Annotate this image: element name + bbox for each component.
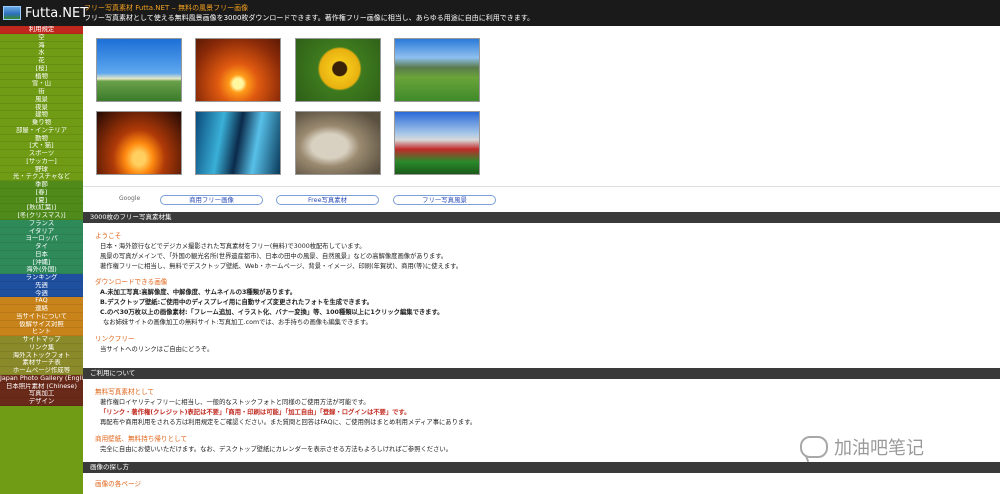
welcome-heading: ようこそ — [95, 232, 122, 240]
tab-free-photo[interactable]: Free写真素材 — [276, 195, 379, 205]
wallpaper-line: 完全に自由にお使いいただけます。なお、デスクトップ壁紙にカレンダーを表示させる方… — [100, 446, 452, 453]
sidebar-item[interactable]: [犬・猫] — [0, 142, 83, 150]
sidebar-item[interactable]: 花 — [0, 57, 83, 65]
sidebar-item[interactable]: サイトマップ — [0, 336, 83, 344]
welcome-line: 日本・海外旅行などでデジカメ撮影された写真素材をフリー(無料)で3000枚配布し… — [100, 243, 366, 250]
section-collection: ようこそ 日本・海外旅行などでデジカメ撮影された写真素材をフリー(無料)で300… — [83, 223, 1000, 368]
category-sidebar: 利用規定空海水花 [桜] 植物 雪・山街風景 夜景 建物 乗り物 部屋・インテリア 動物 [犬・猫… — [0, 26, 83, 494]
sidebar-item[interactable]: 連絡 — [0, 305, 83, 313]
sidebar-item[interactable]: 街 — [0, 88, 83, 96]
sidebar-item[interactable]: [沖縄] — [0, 258, 83, 267]
sidebar-item[interactable]: イタリア — [0, 227, 83, 236]
section-search: 画像の各ページ — [83, 473, 1000, 494]
google-search-label[interactable]: Google — [119, 195, 140, 202]
sidebar-item[interactable]: 当サイトについて — [0, 312, 83, 321]
sidebar-item[interactable]: フランス — [0, 219, 83, 228]
sidebar-item[interactable]: 乗り物 — [0, 119, 83, 127]
download-line: B.デスクトップ壁紙:ご使用中のディスプレイ用に自動サイズ変更されたフォトを生成… — [100, 299, 373, 306]
welcome-line: 風景の写真がメインで、「外国の観光名所(世界遺産都市)、日本の田中の風景、自然風… — [100, 253, 448, 260]
sidebar-item[interactable]: [春] — [0, 188, 83, 197]
thumb-sunset[interactable] — [195, 38, 281, 102]
sidebar-item[interactable]: リンク集 — [0, 343, 83, 352]
photo-gallery — [83, 26, 1000, 186]
sidebar-item[interactable]: 仮解サイズ対照 — [0, 320, 83, 329]
sidebar-item[interactable]: 夜景 — [0, 103, 83, 112]
sidebar-item[interactable]: 野球 — [0, 165, 83, 174]
download-line: C.のべ30万枚以上の画像素材:「フレーム追加、イラスト化、バナー変換」等、10… — [100, 309, 444, 316]
sidebar-item[interactable]: 海 — [0, 41, 83, 50]
sidebar-item[interactable]: [夏] — [0, 196, 83, 205]
watermark-text: 加油吧笔记 — [834, 438, 924, 459]
download-line: なお姉妹サイトの画像加工の無料サイト:写真加工.comでは、お手持ちの画像も編集… — [103, 319, 372, 326]
sidebar-item[interactable]: 日本照片素材 (Chinese) — [0, 382, 83, 391]
sidebar-item[interactable]: ヨーロッパ — [0, 235, 83, 243]
sidebar-item[interactable]: 植物 — [0, 72, 83, 81]
sidebar-item[interactable]: 空 — [0, 33, 83, 42]
usage-heading: 無料写真素材として — [95, 388, 155, 396]
sidebar-item[interactable]: 風景 — [0, 95, 83, 104]
thumb-cat[interactable] — [295, 111, 381, 175]
chat-bubble-icon — [800, 436, 828, 458]
watermark: 加油吧笔记 — [800, 434, 924, 460]
sidebar-item[interactable]: 写真加工 — [0, 390, 83, 398]
main-content: Google 商用フリー画像 Free写真素材 フリー写真風景 3000枚のフリ… — [83, 26, 1000, 494]
download-line: A.未加工写真:高解像度、中解像度、サムネイルの3種類があります。 — [100, 289, 297, 296]
sidebar-item[interactable]: [サッカー] — [0, 157, 83, 166]
section-header-search: 画像の探し方 — [83, 462, 1000, 473]
thumb-stadium[interactable] — [394, 111, 480, 175]
linkfree-heading: リンクフリー — [95, 335, 135, 343]
sidebar-item[interactable]: 雪・山 — [0, 80, 83, 88]
wallpaper-heading: 商用壁紙、無料持ち帰りとして — [95, 435, 188, 443]
section-header-collection: 3000枚のフリー写真素材集 — [83, 212, 1000, 223]
welcome-line: 著作権フリーに相当し、無料でデスクトップ壁紙、Web・ホームページ、背景・イメー… — [100, 263, 463, 270]
usage-line: 著作権ロイヤリティフリーに相当し、一般的なストックフォトと同様のご使用方法が可能… — [100, 399, 370, 406]
search-heading: 画像の各ページ — [95, 480, 142, 488]
sidebar-item[interactable]: [桜] — [0, 64, 83, 73]
sidebar-item[interactable]: ヒント — [0, 328, 83, 336]
thumb-tokyo-tower[interactable] — [96, 111, 182, 175]
sidebar-item[interactable]: スポーツ — [0, 150, 83, 158]
header-subtitle: フリー写真素材として使える無料風景画像を3000枚ダウンロードできます。著作権フ… — [84, 14, 534, 22]
thumb-mountain[interactable] — [394, 38, 480, 102]
sidebar-item[interactable]: 動物 — [0, 134, 83, 143]
sidebar-item[interactable]: [秋(紅葉)] — [0, 204, 83, 212]
sidebar-item[interactable]: 部屋・インテリア — [0, 126, 83, 135]
usage-line: 再配布や商用利用をされる方は利用規定をご確認ください。また質問と回答はFAQに、… — [100, 419, 477, 426]
tab-free-landscape[interactable]: フリー写真風景 — [393, 195, 496, 205]
sidebar-item[interactable]: 利用規定 — [0, 26, 83, 34]
sidebar-item[interactable]: FAQ — [0, 297, 83, 305]
sidebar-item[interactable]: [冬(クリスマス)] — [0, 212, 83, 220]
sidebar-item[interactable]: Japan Photo Gallery (English) — [0, 374, 83, 383]
thumb-glass-building[interactable] — [195, 111, 281, 175]
thumb-blue-sky[interactable] — [96, 38, 182, 102]
section-header-usage: ご利用について — [83, 368, 1000, 379]
header-title-link[interactable]: フリー写真素材 Futta.NET ‒ 無料の風景フリー画像 — [84, 3, 534, 13]
site-header: Futta.NET フリー写真素材 Futta.NET ‒ 無料の風景フリー画像… — [0, 0, 1000, 26]
header-description: フリー写真素材 Futta.NET ‒ 無料の風景フリー画像 フリー写真素材とし… — [84, 3, 534, 23]
sidebar-item[interactable]: 季節 — [0, 181, 83, 189]
sidebar-item[interactable]: 水 — [0, 49, 83, 57]
sidebar-item[interactable]: ランキング — [0, 274, 83, 282]
sidebar-item[interactable]: 先週 — [0, 281, 83, 290]
sidebar-item[interactable]: 日本 — [0, 250, 83, 259]
thumb-sunflower[interactable] — [295, 38, 381, 102]
sidebar-item[interactable]: 海外ストックフォト — [0, 351, 83, 360]
download-heading: ダウンロードできる画像 — [95, 278, 168, 286]
logo-image-icon — [3, 6, 21, 20]
sidebar-item[interactable]: 今週 — [0, 289, 83, 298]
site-logo[interactable]: Futta.NET — [3, 4, 88, 22]
sidebar-item[interactable]: ホームページ作成等 — [0, 367, 83, 375]
sidebar-item[interactable]: 素材サーチ表 — [0, 359, 83, 367]
logo-text: Futta.NET — [25, 5, 89, 21]
tab-commercial-free[interactable]: 商用フリー画像 — [160, 195, 263, 205]
sidebar-item[interactable]: 建物 — [0, 111, 83, 119]
sidebar-item[interactable]: 海外(外国) — [0, 266, 83, 274]
sidebar-item[interactable]: デザイン — [0, 398, 83, 406]
sidebar-item[interactable]: タイ — [0, 243, 83, 251]
linkfree-line: 当サイトへのリンクはご自由にどうぞ。 — [100, 346, 214, 353]
usage-line: 「リンク・著作権(クレジット)表記は不要」「商用・印刷は可能」「加工自由」「登録… — [100, 409, 411, 416]
search-bar: Google 商用フリー画像 Free写真素材 フリー写真風景 — [83, 186, 1000, 213]
sidebar-item[interactable]: 光・テクスチャなど — [0, 173, 83, 181]
